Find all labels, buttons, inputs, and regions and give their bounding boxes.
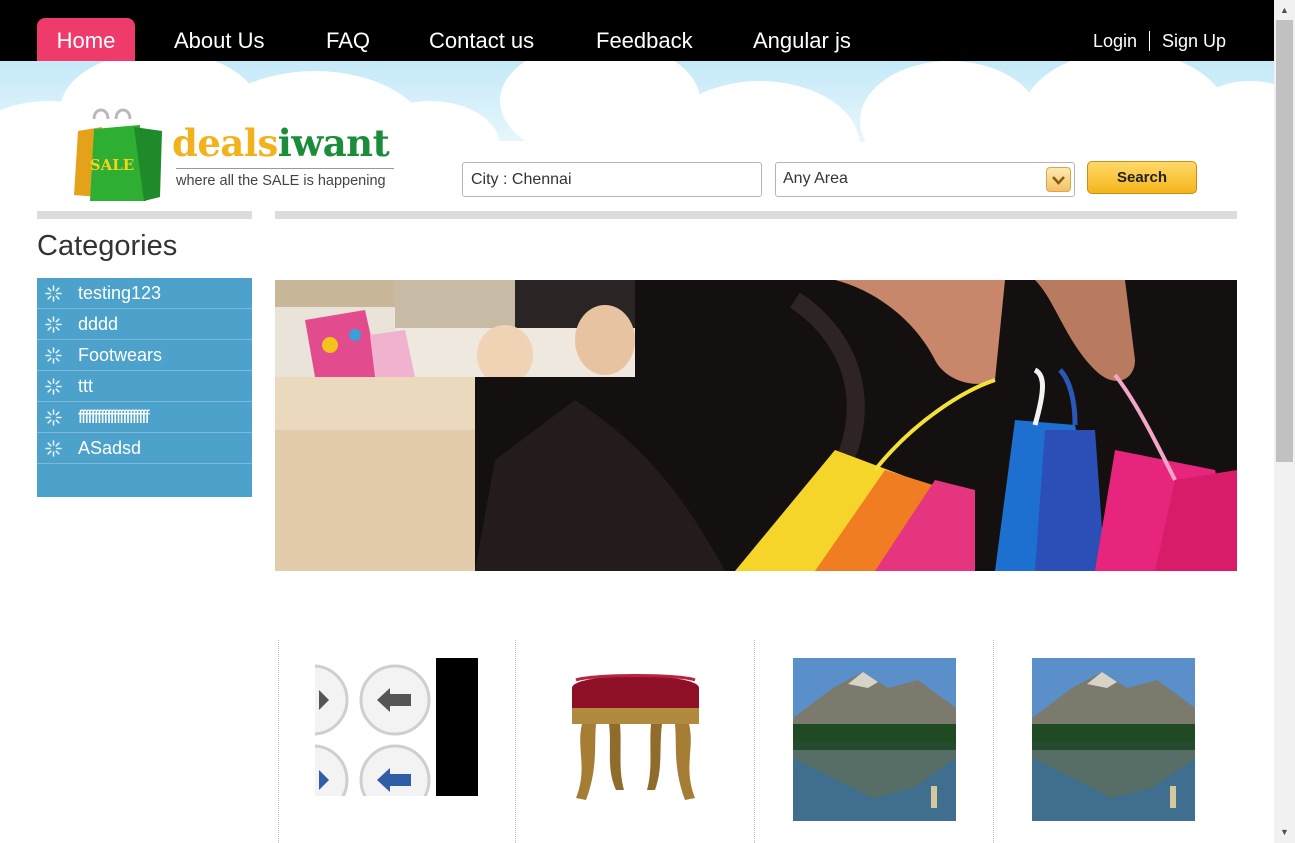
auth-divider	[1149, 31, 1150, 51]
page: Home About Us FAQ Contact us Feedback An…	[0, 0, 1274, 843]
sparkle-icon	[45, 440, 62, 457]
product-divider	[993, 640, 994, 843]
product-divider	[515, 640, 516, 843]
site-logo[interactable]: SALE dealsiwant where all the SALE is ha…	[72, 105, 402, 203]
top-navigation-bar: Home About Us FAQ Contact us Feedback An…	[0, 0, 1274, 61]
signup-link[interactable]: Sign Up	[1162, 30, 1226, 52]
category-item[interactable]: ttt	[37, 371, 252, 402]
logo-brand-main: deals	[172, 121, 278, 165]
category-label: dddd	[78, 314, 119, 334]
search-button[interactable]: Search	[1087, 161, 1197, 194]
scrollbar-thumb[interactable]	[1276, 20, 1293, 462]
city-input[interactable]	[462, 162, 762, 197]
product-label: ....	[867, 836, 882, 843]
nav-feedback[interactable]: Feedback	[596, 18, 693, 61]
categories-list: testing123 dddd Footwears ttt ffffffffff…	[37, 278, 252, 497]
mountain-lake-image[interactable]	[793, 658, 956, 821]
product-divider	[278, 640, 279, 843]
sparkle-icon	[45, 409, 62, 426]
product-grid: .... .... .... ....	[275, 640, 1237, 843]
vertical-scrollbar[interactable]: ▲ ▼	[1274, 0, 1295, 843]
categories-title: Categories	[37, 230, 178, 262]
logo-brand: dealsiwant	[172, 121, 390, 165]
scroll-up-icon[interactable]: ▲	[1274, 2, 1295, 19]
nav-about-us[interactable]: About Us	[174, 18, 265, 61]
product-label: ....	[628, 836, 643, 843]
sparkle-icon	[45, 378, 62, 395]
logo-tagline: where all the SALE is happening	[176, 173, 386, 189]
product-label: ....	[1106, 836, 1121, 843]
category-item[interactable]: ffffffffffffffffffffff	[37, 402, 252, 433]
nav-contact-us[interactable]: Contact us	[429, 18, 534, 61]
product-divider	[754, 640, 755, 843]
category-item[interactable]: testing123	[37, 278, 252, 309]
category-label: ttt	[78, 376, 94, 396]
nav-angular-js[interactable]: Angular js	[753, 18, 851, 61]
scroll-down-icon[interactable]: ▼	[1274, 824, 1295, 841]
mountain-lake-image[interactable]	[1032, 658, 1195, 821]
sparkle-icon	[45, 316, 62, 333]
nav-home[interactable]: Home	[37, 18, 135, 61]
category-label: ASadsd	[78, 438, 142, 458]
logo-bag-text: SALE	[90, 156, 134, 174]
category-item[interactable]: dddd	[37, 309, 252, 340]
area-select[interactable]: Any Area	[775, 162, 1075, 197]
content-top-bar	[275, 211, 1237, 219]
login-link[interactable]: Login	[1093, 30, 1137, 52]
shopping-bag-icon: SALE	[74, 108, 162, 201]
category-item[interactable]: Footwears	[37, 340, 252, 371]
category-label: ffffffffffffffffffffff	[78, 407, 150, 427]
area-selected-value: Any Area	[783, 170, 848, 187]
sparkle-icon	[45, 285, 62, 302]
chevron-down-icon[interactable]	[1046, 167, 1071, 192]
product-label: ....	[389, 836, 404, 843]
category-item[interactable]: ASadsd	[37, 433, 252, 464]
logo-brand-accent: iwant	[277, 121, 390, 165]
shopping-banner-image	[275, 280, 1237, 571]
sparkle-icon	[45, 347, 62, 364]
logo-underline	[176, 168, 394, 169]
category-label: testing123	[78, 283, 162, 303]
nav-faq[interactable]: FAQ	[326, 18, 370, 61]
stool-image[interactable]	[554, 658, 717, 821]
sidebar-top-bar	[37, 211, 252, 219]
category-label: Footwears	[78, 345, 163, 365]
arrow-buttons-image[interactable]	[315, 658, 478, 821]
